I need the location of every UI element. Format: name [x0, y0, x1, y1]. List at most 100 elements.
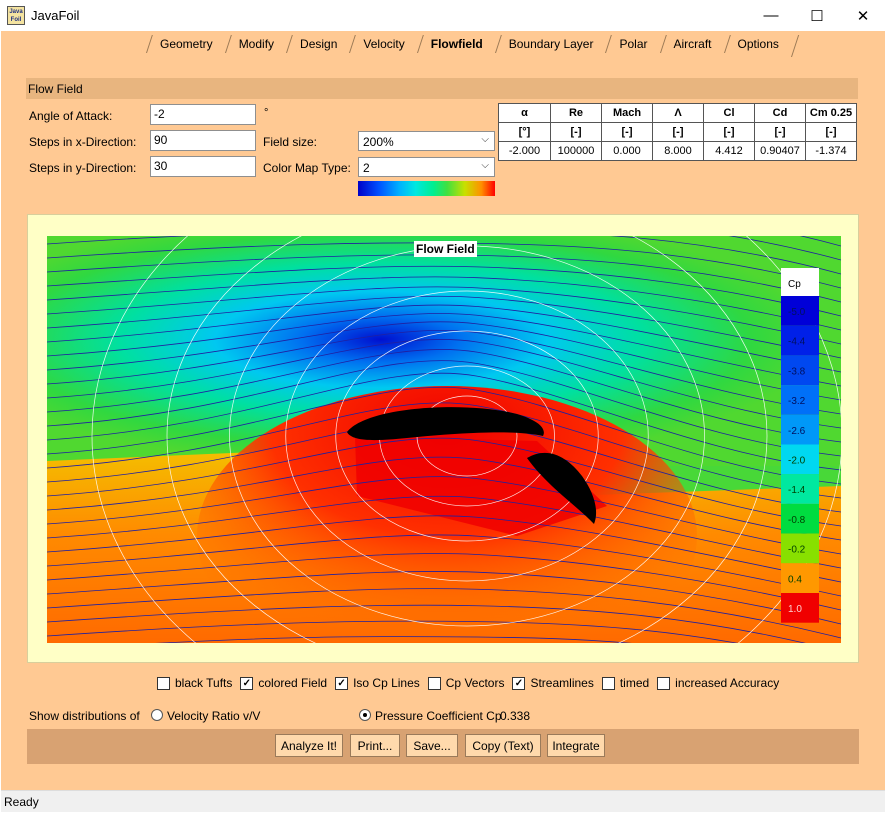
tab-strip: Geometry Modify Design Velocity Flowfiel…: [146, 33, 807, 57]
analyze-button[interactable]: Analyze It!: [275, 734, 343, 757]
tab-flowfield[interactable]: Flowfield: [417, 33, 495, 55]
value-cell: 0.90407: [754, 141, 806, 161]
distribution-value: 0.338: [500, 709, 531, 723]
tab-polar[interactable]: Polar: [605, 33, 659, 55]
velocity-ratio-label: Velocity Ratio v/V: [167, 709, 261, 723]
checkbox-box[interactable]: [157, 676, 170, 690]
value-cell: 0.000: [601, 141, 653, 161]
angle-unit: °: [264, 107, 269, 119]
title-bar: Java Foil JavaFoil — ☐ ✕: [0, 0, 886, 31]
results-header-row: α Re Mach Λ Cl Cd Cm 0.25: [498, 103, 857, 123]
flow-field-plot-frame: Cp -5.0 -4.4 -3.8 -3.2 -2.6 -2.0 -1.4 -0.8 -0.2 0…: [27, 214, 859, 663]
pressure-coefficient-label: Pressure Coefficient Cp: [375, 709, 502, 723]
col-lambda: Λ: [652, 103, 704, 123]
steps-y-label: Steps in y-Direction:: [29, 161, 137, 175]
unit-cell: [-]: [550, 122, 602, 142]
minimize-button[interactable]: —: [748, 0, 794, 31]
color-map-value: 2: [363, 161, 370, 175]
field-size-value: 200%: [363, 135, 394, 149]
cp-legend-label: -2.0: [788, 456, 806, 467]
checkbox-box[interactable]: ✓: [335, 676, 349, 690]
maximize-button[interactable]: ☐: [794, 0, 840, 31]
tab-options[interactable]: Options: [724, 33, 791, 55]
checkbox-label: Cp Vectors: [445, 676, 505, 690]
unit-cell: [-]: [652, 122, 704, 142]
angle-of-attack-input[interactable]: -2: [150, 104, 256, 125]
col-mach: Mach: [601, 103, 653, 123]
action-button-bar: Analyze It! Print... Save... Copy (Text)…: [27, 729, 859, 764]
tab-geometry[interactable]: Geometry: [146, 33, 225, 55]
angle-of-attack-label: Angle of Attack:: [29, 109, 113, 123]
checkbox-label: colored Field: [258, 676, 328, 690]
color-map-select[interactable]: 2 ⌵: [358, 157, 495, 177]
print-button[interactable]: Print...: [350, 734, 400, 757]
steps-x-label: Steps in x-Direction:: [29, 135, 137, 149]
unit-cell: [-]: [805, 122, 857, 142]
main-panel: Geometry Modify Design Velocity Flowfiel…: [1, 31, 885, 790]
cp-legend-label: -5.0: [788, 307, 806, 318]
results-table: α Re Mach Λ Cl Cd Cm 0.25 [°] [-] [-] [-…: [498, 103, 857, 161]
cp-legend-label: -3.2: [788, 396, 806, 407]
cp-legend-label: -0.8: [788, 515, 806, 526]
chevron-down-icon: ⌵: [481, 160, 489, 171]
steps-y-input[interactable]: 30: [150, 156, 256, 177]
tab-modify[interactable]: Modify: [225, 33, 286, 55]
section-title: Flow Field: [26, 78, 858, 99]
pressure-coefficient-radio[interactable]: [359, 709, 371, 721]
checkbox-box[interactable]: ✓: [512, 676, 526, 690]
increased-accuracy-checkbox[interactable]: increased Accuracy: [657, 676, 779, 690]
cp-legend-label: 1.0: [788, 604, 802, 615]
col-cm: Cm 0.25: [805, 103, 857, 123]
results-units-row: [°] [-] [-] [-] [-] [-] [-]: [498, 122, 857, 142]
velocity-ratio-radio[interactable]: [151, 709, 163, 721]
col-cl: Cl: [703, 103, 755, 123]
chevron-down-icon: ⌵: [481, 134, 489, 145]
cp-legend-label: -1.4: [788, 485, 806, 496]
tab-boundary-layer[interactable]: Boundary Layer: [495, 33, 606, 55]
tab-strip-end: [790, 35, 807, 57]
value-cell: -2.000: [498, 141, 551, 161]
close-button[interactable]: ✕: [840, 0, 886, 31]
unit-cell: [-]: [754, 122, 806, 142]
flow-field-plot: Cp -5.0 -4.4 -3.8 -3.2 -2.6 -2.0 -1.4 -0.8 -0.2 0…: [47, 236, 841, 643]
value-cell: 8.000: [652, 141, 704, 161]
unit-cell: [-]: [601, 122, 653, 142]
value-cell: -1.374: [805, 141, 857, 161]
streamlines-checkbox[interactable]: ✓ Streamlines: [512, 676, 594, 690]
iso-cp-lines-checkbox[interactable]: ✓ Iso Cp Lines: [335, 676, 420, 690]
save-button[interactable]: Save...: [406, 734, 458, 757]
checkbox-box[interactable]: [601, 676, 615, 690]
tab-aircraft[interactable]: Aircraft: [660, 33, 724, 55]
cp-legend-label: 0.4: [788, 574, 802, 585]
col-cd: Cd: [754, 103, 806, 123]
copy-text-button[interactable]: Copy (Text): [465, 734, 541, 757]
plot-title: Flow Field: [414, 241, 477, 257]
colored-field-checkbox[interactable]: ✓ colored Field: [240, 676, 327, 690]
cp-legend-label: -4.4: [788, 337, 806, 348]
col-re: Re: [550, 103, 602, 123]
black-tufts-checkbox[interactable]: black Tufts: [157, 676, 232, 690]
field-size-select[interactable]: 200% ⌵: [358, 131, 495, 151]
color-map-label: Color Map Type:: [263, 161, 351, 175]
timed-checkbox[interactable]: timed: [601, 676, 649, 690]
steps-x-input[interactable]: 90: [150, 130, 256, 151]
cp-vectors-checkbox[interactable]: Cp Vectors: [427, 676, 505, 690]
tab-velocity[interactable]: Velocity: [349, 33, 416, 55]
checkbox-box[interactable]: ✓: [240, 676, 254, 690]
javafoil-app-icon: Java Foil: [7, 6, 25, 25]
cp-legend-label: -3.8: [788, 366, 806, 377]
distribution-label: Show distributions of: [29, 709, 140, 723]
integrate-button[interactable]: Integrate: [547, 734, 605, 757]
display-options: black Tufts ✓ colored Field ✓ Iso Cp Lines…: [157, 676, 787, 690]
color-map-preview: [358, 181, 495, 196]
checkbox-label: black Tufts: [175, 676, 233, 690]
window-title: JavaFoil: [31, 8, 80, 23]
checkbox-box[interactable]: [427, 676, 441, 690]
col-alpha: α: [498, 103, 551, 123]
field-size-label: Field size:: [263, 135, 318, 149]
tab-design[interactable]: Design: [286, 33, 349, 55]
value-cell: 100000: [550, 141, 602, 161]
checkbox-label: increased Accuracy: [675, 676, 780, 690]
results-values-row: -2.000 100000 0.000 8.000 4.412 0.90407 …: [498, 141, 857, 161]
checkbox-box[interactable]: [657, 676, 671, 690]
